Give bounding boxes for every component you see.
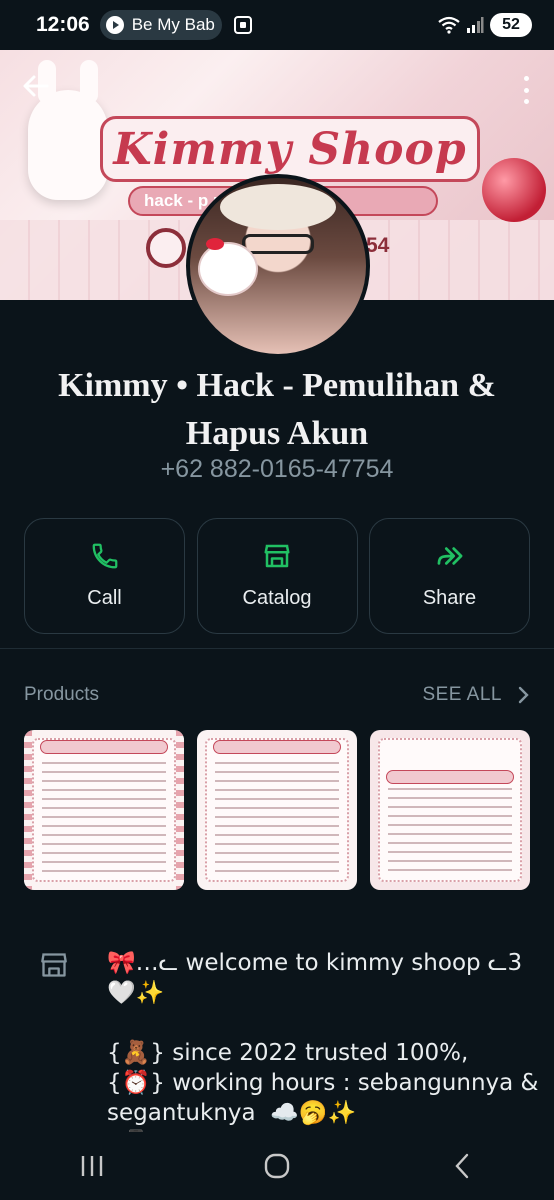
- products-carousel: [24, 730, 530, 890]
- call-button[interactable]: Call: [24, 518, 185, 634]
- storefront-icon: [40, 952, 68, 978]
- product-header-strip: [386, 770, 514, 784]
- share-forward-icon: [433, 539, 467, 573]
- product-text-lines: [215, 762, 339, 872]
- catalog-label: Catalog: [242, 587, 312, 609]
- catalog-button[interactable]: Catalog: [196, 518, 358, 634]
- status-bar: 12:06 Be My Bab 52: [0, 0, 554, 50]
- product-text-lines: [388, 788, 512, 872]
- wifi-icon: [438, 16, 460, 34]
- chevron-left-icon: [455, 1153, 468, 1179]
- profile-name: Kimmy • Hack - Pemulihan & Hapus Akun: [58, 367, 496, 452]
- product-text-lines: [42, 762, 166, 872]
- more-dot-icon: [523, 99, 529, 104]
- products-header: Products SEE ALL: [24, 684, 530, 706]
- whatsapp-logo-icon: [146, 228, 186, 268]
- product-thumbnail[interactable]: [370, 730, 530, 890]
- media-title: Be My Bab: [131, 15, 215, 34]
- battery-level: 52: [502, 16, 520, 33]
- more-options-button[interactable]: [516, 74, 536, 106]
- recent-apps-icon: [82, 1156, 103, 1176]
- see-all-label: SEE ALL: [422, 684, 502, 705]
- play-icon: [105, 16, 124, 34]
- status-time: 12:06: [36, 13, 90, 36]
- call-label: Call: [87, 587, 122, 609]
- back-nav-button[interactable]: [432, 1146, 492, 1186]
- battery-indicator: 52: [490, 13, 532, 37]
- avatar-glasses: [242, 234, 314, 254]
- profile-avatar[interactable]: [186, 174, 370, 358]
- phone-icon: [88, 539, 122, 573]
- product-border-pattern: [24, 730, 32, 890]
- cover-banner-title: Kimmy Shoop: [113, 123, 467, 175]
- more-dot-icon: [523, 76, 529, 81]
- product-header-strip: [40, 740, 168, 754]
- profile-phone[interactable]: +62 882-0165-47754: [0, 455, 554, 484]
- cover-phone-fragment: 54: [366, 234, 390, 257]
- product-border-pattern: [176, 730, 184, 890]
- action-buttons: Call Catalog Share: [24, 518, 530, 634]
- product-header-strip: [213, 740, 341, 754]
- avatar-kitty-plush: [198, 238, 258, 296]
- status-icons: 52: [438, 13, 532, 37]
- cover-banner: Kimmy Shoop: [100, 116, 480, 182]
- products-title: Products: [24, 684, 99, 705]
- media-playback-pill[interactable]: Be My Bab: [99, 10, 222, 40]
- heart-decoration: [482, 158, 546, 222]
- more-dot-icon: [523, 87, 529, 93]
- screen-capture-icon: [233, 16, 252, 34]
- see-all-button[interactable]: SEE ALL: [422, 684, 530, 706]
- arrow-left-icon: [23, 75, 49, 97]
- system-navigation-bar: [0, 1132, 554, 1200]
- product-thumbnail[interactable]: [197, 730, 357, 890]
- recent-apps-button[interactable]: [62, 1146, 122, 1186]
- signal-icon: [467, 17, 484, 33]
- home-button[interactable]: [247, 1146, 307, 1186]
- chevron-right-icon: [518, 686, 529, 704]
- back-button[interactable]: [16, 70, 56, 110]
- avatar-hat: [220, 184, 336, 230]
- section-divider: [0, 648, 554, 649]
- home-circle-icon: [264, 1153, 290, 1179]
- business-description: 🎀…ᓚ welcome to kimmy shoop ᓚ3🤍✨ {🧸} sinc…: [107, 950, 539, 1156]
- share-button[interactable]: Share: [369, 518, 530, 634]
- share-label: Share: [422, 587, 477, 609]
- storefront-icon: [260, 539, 294, 573]
- avatar-photo: [190, 178, 366, 354]
- product-thumbnail[interactable]: [24, 730, 184, 890]
